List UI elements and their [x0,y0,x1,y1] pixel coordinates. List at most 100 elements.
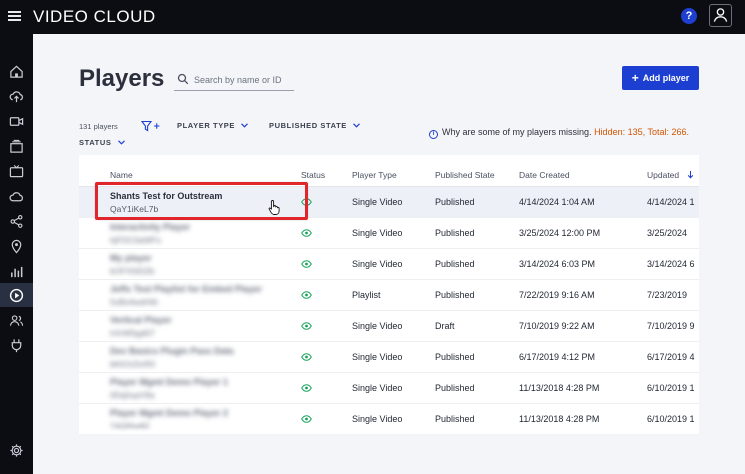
player-type: Single Video [352,321,403,331]
plugin-icon[interactable] [0,333,33,357]
player-name[interactable]: Interactivity Player [110,222,190,232]
date-updated: 6/10/2019 1 [647,414,695,424]
chevron-down-icon [117,140,125,145]
plus-icon: + [631,71,639,85]
table-row[interactable]: Interactivity Player hjFDC0aWFs Single Vid… [79,218,699,249]
video-camera-icon[interactable] [0,109,33,133]
date-created: 6/17/2019 4:12 PM [519,352,596,362]
analytics-icon[interactable] [0,259,33,283]
player-type-filter[interactable]: PLAYER TYPE [177,121,248,130]
date-created: 3/25/2024 12:00 PM [519,228,601,238]
published-state-filter-label: PUBLISHED STATE [269,121,347,130]
column-header-status[interactable]: Status [301,170,325,180]
tv-icon[interactable] [0,159,33,183]
player-name[interactable]: Dev Basics Plugin Pass Data [110,346,234,356]
table-row[interactable]: Vertical Player hXrMSgd07 Single Video Draf… [79,311,699,342]
date-updated: 3/25/2024 [647,228,688,238]
status-filter[interactable]: STATUS [79,138,125,147]
player-name[interactable]: Jeffs Test Playlist for Embed Player [110,284,262,294]
eye-icon [301,353,312,361]
player-type: Single Video [352,352,403,362]
date-updated: 6/10/2019 1 [647,383,695,393]
player-name[interactable]: Vertical Player [110,315,172,325]
player-id: 0Dq5xpV9a [110,390,155,400]
info-icon: i [429,130,438,139]
date-updated: 4/14/2024 1 [647,197,695,207]
player-type: Single Video [352,383,403,393]
eye-icon [301,260,312,268]
published-state-filter[interactable]: PUBLISHED STATE [269,121,360,130]
table-row[interactable]: Dev Basics Plugin Pass Data bKtOcDcR0 Sing… [79,342,699,373]
table-fade [79,427,699,434]
player-type: Single Video [352,228,403,238]
home-icon[interactable] [0,59,33,83]
published-state: Published [435,197,475,207]
date-created: 11/13/2018 4:28 PM [519,383,600,393]
eye-icon [301,229,312,237]
search-field[interactable] [174,69,294,91]
table-row[interactable]: Player Mgmt Demo Player 1 0Dq5xpV9a Single… [79,373,699,404]
location-icon[interactable] [0,234,33,258]
player-id: hXrMSgd07 [110,328,155,338]
status-filter-label: STATUS [79,138,112,147]
missing-counts: Hidden: 135, Total: 266. [594,127,689,137]
missing-players-notice: i Why are some of my players missing. Hid… [429,127,711,139]
cloud-icon[interactable] [0,184,33,208]
player-type: Single Video [352,259,403,269]
eye-icon [301,415,312,423]
published-state: Published [435,228,475,238]
add-filter-icon[interactable] [141,120,161,132]
table-row[interactable]: Jeffs Test Playlist for Embed Player 5xBs… [79,280,699,311]
player-id: 5xBs4wdrNh [110,297,159,307]
search-input[interactable] [194,71,292,88]
player-id: bKtOcDcR0 [110,359,155,369]
search-icon [177,73,189,85]
player-type: Playlist [352,290,381,300]
date-updated: 7/23/2019 [647,290,688,300]
published-state: Published [435,383,475,393]
column-header-player-type[interactable]: Player Type [352,170,397,180]
published-state: Published [435,352,475,362]
player-id: hjFDC0aWFs [110,235,162,245]
sidebar-nav [0,34,33,474]
media-library-icon[interactable] [0,134,33,158]
column-header-date-created[interactable]: Date Created [519,170,570,180]
column-header-name[interactable]: Name [110,170,133,180]
hamburger-menu-icon[interactable] [8,11,21,21]
published-state: Draft [435,321,455,331]
pointer-cursor-icon [268,200,280,215]
chevron-down-icon [241,123,248,128]
main-content: Players + Add player 131 players PLAYER … [33,34,745,474]
player-type: Single Video [352,414,403,424]
player-name[interactable]: My player [110,253,152,263]
help-icon[interactable]: ? [681,8,697,24]
eye-icon [301,291,312,299]
player-name[interactable]: Player Mgmt Demo Player 2 [110,408,228,418]
date-updated: 3/14/2024 6 [647,259,695,269]
chevron-down-icon [352,123,360,128]
player-type: Single Video [352,197,403,207]
table-row[interactable]: My player kOFX5iDZb Single Video Published 3… [79,249,699,280]
add-player-label: Add player [642,73,690,83]
users-icon[interactable] [0,308,33,332]
date-created: 4/14/2024 1:04 AM [519,197,595,207]
top-bar: VIDEO CLOUD ? [0,0,745,34]
date-created: 3/14/2024 6:03 PM [519,259,596,269]
column-header-updated[interactable]: Updated [647,170,694,180]
player-name[interactable]: Player Mgmt Demo Player 1 [110,377,228,387]
players-icon[interactable] [0,283,33,307]
user-account-icon[interactable] [709,4,732,27]
settings-icon[interactable] [0,438,33,462]
published-state: Published [435,259,475,269]
eye-icon [301,384,312,392]
brand-logo[interactable]: VIDEO CLOUD [33,7,156,27]
upload-icon[interactable] [0,84,33,108]
missing-question[interactable]: Why are some of my players missing. [442,127,592,137]
column-header-published-state[interactable]: Published State [435,170,495,180]
player-type-filter-label: PLAYER TYPE [177,121,236,130]
add-player-button[interactable]: + Add player [622,66,699,90]
sort-descending-icon [687,171,693,179]
share-icon[interactable] [0,209,33,233]
published-state: Published [435,414,475,424]
player-count: 131 players [79,122,118,131]
